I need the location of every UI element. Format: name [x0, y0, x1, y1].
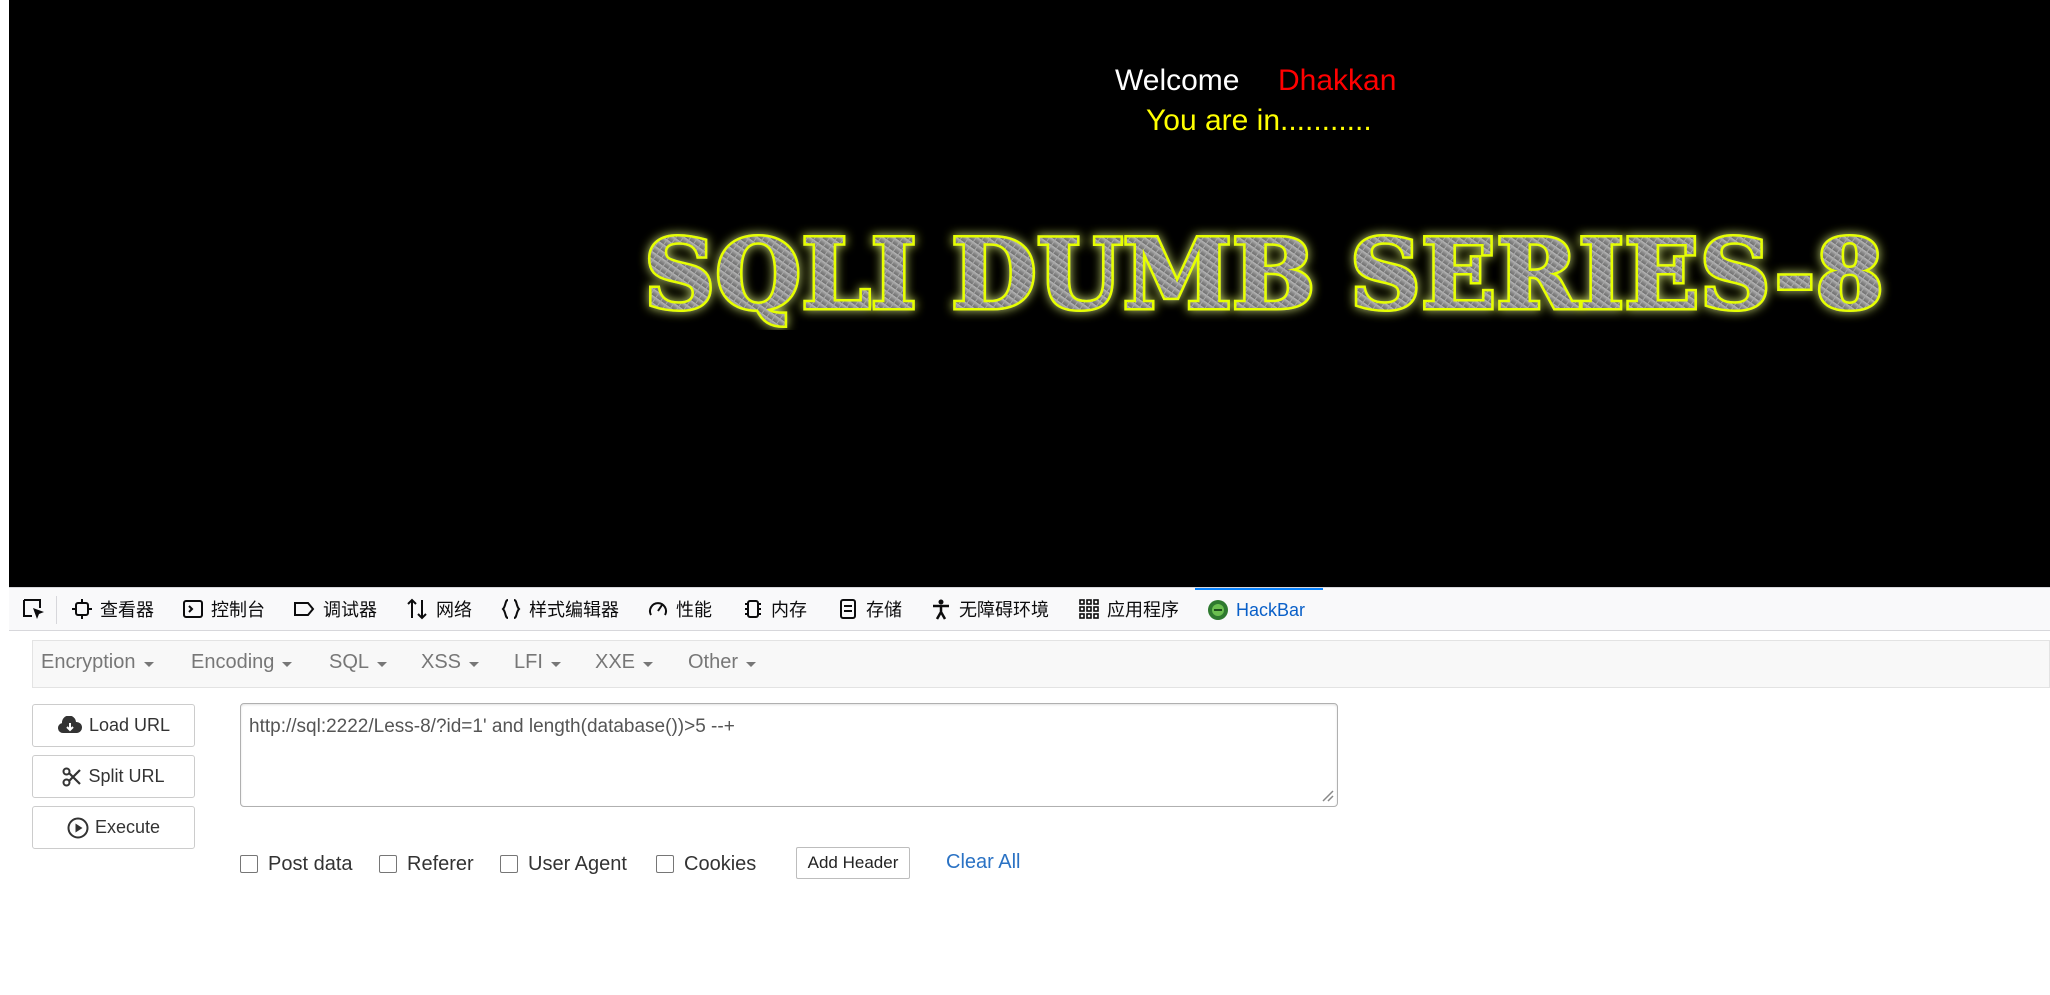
tab-memory[interactable]: 内存 — [742, 588, 807, 630]
application-icon — [1079, 599, 1099, 619]
tab-performance[interactable]: 性能 — [647, 588, 712, 630]
menu-label: XXE — [595, 651, 636, 673]
menu-label: Encoding — [191, 651, 275, 673]
tab-label: 控制台 — [211, 600, 265, 620]
tab-application[interactable]: 应用程序 — [1078, 588, 1179, 630]
tab-label: 内存 — [771, 600, 807, 620]
tab-inspector[interactable]: 查看器 — [71, 588, 154, 630]
user-agent-option[interactable]: User Agent — [500, 852, 627, 876]
menu-other[interactable]: Other — [688, 651, 757, 674]
accessibility-icon — [933, 599, 949, 620]
option-label: Post data — [268, 852, 353, 875]
tab-network[interactable]: 网络 — [405, 588, 472, 630]
menu-label: LFI — [514, 651, 543, 673]
url-input[interactable]: http://sql:2222/Less-8/?id=1' and length… — [240, 703, 1338, 807]
user-name: Dhakkan — [1278, 64, 1397, 97]
series-banner: SQLI DUMB SERIES-8 — [642, 220, 1887, 330]
tab-label: 存储 — [866, 600, 902, 620]
tab-accessibility[interactable]: 无障碍环境 — [930, 588, 1049, 630]
performance-icon — [649, 602, 667, 616]
option-label: User Agent — [528, 852, 627, 875]
user-agent-checkbox[interactable] — [500, 855, 518, 873]
hackbar-menu-bar: Encryption Encoding SQL XSS LFI XXE Othe… — [32, 640, 2050, 688]
tab-label: 查看器 — [100, 600, 154, 620]
button-label: Load URL — [88, 715, 171, 735]
option-label: Referer — [407, 852, 474, 875]
tab-label: 网络 — [436, 600, 472, 620]
network-icon — [407, 598, 427, 620]
menu-encoding[interactable]: Encoding — [191, 651, 293, 674]
caret-down-icon — [643, 661, 654, 667]
tab-debugger[interactable]: 调试器 — [292, 588, 377, 630]
cookies-option[interactable]: Cookies — [656, 852, 756, 876]
tab-storage[interactable]: 存储 — [837, 588, 902, 630]
devtools-toolbar: 查看器 控制台 调试器 网络 样式编辑器 性能 内存 存储 无障碍环境 应用程序… — [9, 587, 2050, 631]
tab-label: HackBar — [1236, 599, 1306, 620]
style-editor-icon — [501, 599, 521, 619]
toolbar-separator — [56, 596, 57, 624]
tab-label: 无障碍环境 — [959, 600, 1049, 620]
tab-label: 样式编辑器 — [529, 600, 619, 620]
post-data-checkbox[interactable] — [240, 855, 258, 873]
clear-all-link[interactable]: Clear All — [946, 851, 1020, 874]
execute-button[interactable]: Execute — [32, 806, 195, 849]
menu-label: XSS — [421, 651, 462, 673]
button-label: Execute — [94, 817, 161, 837]
caret-down-icon — [143, 661, 154, 667]
banner-text: SQLI DUMB SERIES-8 — [644, 220, 1884, 330]
element-picker-icon[interactable] — [21, 597, 47, 623]
caret-down-icon — [282, 661, 293, 667]
menu-label: Other — [688, 651, 739, 673]
tab-hackbar[interactable]: HackBar — [1195, 588, 1323, 630]
caret-down-icon — [746, 661, 757, 667]
storage-icon — [840, 599, 856, 619]
tab-console[interactable]: 控制台 — [182, 588, 265, 630]
menu-label: Encryption — [41, 651, 136, 673]
cloud-download-icon — [57, 715, 82, 733]
menu-lfi[interactable]: LFI — [514, 651, 561, 674]
status-message: You are in........... — [1146, 104, 1372, 137]
page-viewport: Welcome Dhakkan You are in........... SQ… — [9, 0, 2050, 587]
window-edge — [0, 0, 9, 995]
caret-down-icon — [469, 661, 480, 667]
inspector-icon — [72, 599, 92, 619]
hackbar-icon — [1208, 600, 1228, 620]
play-circle-icon — [67, 817, 89, 838]
option-label: Cookies — [684, 852, 757, 875]
button-label: Split URL — [88, 766, 165, 786]
menu-sql[interactable]: SQL — [329, 651, 388, 674]
welcome-label: Welcome — [1115, 64, 1240, 97]
referer-option[interactable]: Referer — [379, 852, 474, 876]
tab-style-editor[interactable]: 样式编辑器 — [500, 588, 619, 630]
caret-down-icon — [550, 661, 561, 667]
menu-xxe[interactable]: XXE — [595, 651, 654, 674]
cookies-checkbox[interactable] — [656, 855, 674, 873]
resize-grip-icon[interactable] — [1320, 788, 1334, 802]
memory-icon — [745, 600, 761, 618]
welcome-line: Welcome Dhakkan — [9, 64, 2050, 108]
caret-down-icon — [377, 661, 388, 667]
menu-xss[interactable]: XSS — [421, 651, 480, 674]
debugger-icon — [294, 602, 315, 616]
scissors-icon — [62, 767, 82, 786]
post-data-option[interactable]: Post data — [240, 852, 353, 876]
referer-checkbox[interactable] — [379, 855, 397, 873]
menu-label: SQL — [329, 651, 370, 673]
tab-label: 性能 — [676, 600, 712, 620]
load-url-button[interactable]: Load URL — [32, 704, 195, 747]
split-url-button[interactable]: Split URL — [32, 755, 195, 798]
console-icon — [183, 600, 203, 618]
add-header-button[interactable]: Add Header — [796, 847, 910, 879]
menu-encryption[interactable]: Encryption — [41, 651, 154, 674]
tab-label: 应用程序 — [1107, 600, 1179, 620]
tab-label: 调试器 — [323, 600, 377, 620]
